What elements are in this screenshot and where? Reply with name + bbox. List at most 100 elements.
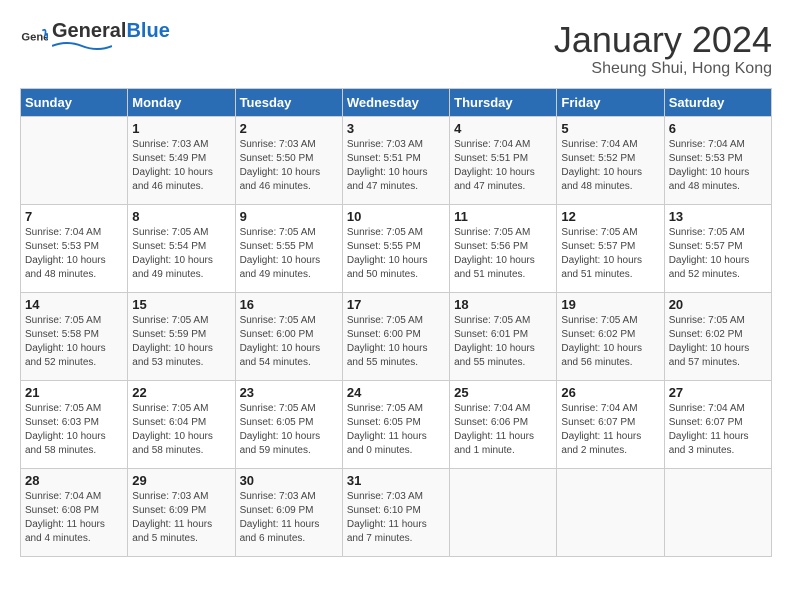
day-number: 28: [25, 473, 123, 488]
day-info: Sunrise: 7:04 AMSunset: 6:07 PMDaylight:…: [669, 402, 767, 458]
day-number: 7: [25, 209, 123, 224]
calendar-cell: 18 Sunrise: 7:05 AMSunset: 6:01 PMDayligh…: [450, 292, 557, 380]
day-info: Sunrise: 7:05 AMSunset: 5:57 PMDaylight:…: [561, 226, 659, 282]
day-number: 1: [132, 121, 230, 136]
header-cell-monday: Monday: [128, 88, 235, 116]
calendar-cell: [664, 468, 771, 556]
calendar-cell: 15 Sunrise: 7:05 AMSunset: 5:59 PMDayligh…: [128, 292, 235, 380]
day-info: Sunrise: 7:05 AMSunset: 6:02 PMDaylight:…: [669, 314, 767, 370]
day-number: 16: [240, 297, 338, 312]
day-info: Sunrise: 7:05 AMSunset: 6:05 PMDaylight:…: [347, 402, 445, 458]
day-number: 29: [132, 473, 230, 488]
day-number: 2: [240, 121, 338, 136]
calendar-cell: 9 Sunrise: 7:05 AMSunset: 5:55 PMDaylight…: [235, 204, 342, 292]
calendar-cell: 13Sunrise: 7:05 AMSunset: 5:57 PMDayligh…: [664, 204, 771, 292]
day-number: 14: [25, 297, 123, 312]
calendar-week-row: 1Sunrise: 7:03 AMSunset: 5:49 PMDaylight…: [21, 116, 772, 204]
day-number: 30: [240, 473, 338, 488]
calendar-week-row: 21 Sunrise: 7:05 AMSunset: 6:03 PMDayligh…: [21, 380, 772, 468]
day-number: 27: [669, 385, 767, 400]
header-cell-saturday: Saturday: [664, 88, 771, 116]
day-info: Sunrise: 7:05 AMSunset: 6:05 PMDaylight:…: [240, 402, 338, 458]
calendar-cell: 29 Sunrise: 7:03 AMSunset: 6:09 PMDayligh…: [128, 468, 235, 556]
day-info: Sunrise: 7:05 AMSunset: 5:59 PMDaylight:…: [132, 314, 230, 370]
day-number: 9: [240, 209, 338, 224]
header-cell-wednesday: Wednesday: [342, 88, 449, 116]
day-number: 26: [561, 385, 659, 400]
day-info: Sunrise: 7:05 AMSunset: 5:55 PMDaylight:…: [240, 226, 338, 282]
day-number: 15: [132, 297, 230, 312]
day-number: 22: [132, 385, 230, 400]
header-cell-friday: Friday: [557, 88, 664, 116]
calendar-cell: 14Sunrise: 7:05 AMSunset: 5:58 PMDayligh…: [21, 292, 128, 380]
day-number: 20: [669, 297, 767, 312]
header: General GeneralBlue January 2024 Sheung …: [20, 20, 772, 78]
logo-underline-icon: [52, 40, 112, 52]
calendar-cell: 12 Sunrise: 7:05 AMSunset: 5:57 PMDayligh…: [557, 204, 664, 292]
calendar-cell: 17 Sunrise: 7:05 AMSunset: 6:00 PMDayligh…: [342, 292, 449, 380]
calendar-cell: 16 Sunrise: 7:05 AMSunset: 6:00 PMDayligh…: [235, 292, 342, 380]
day-number: 25: [454, 385, 552, 400]
calendar-cell: [557, 468, 664, 556]
day-number: 5: [561, 121, 659, 136]
logo: General GeneralBlue: [20, 20, 170, 57]
calendar-cell: 3Sunrise: 7:03 AMSunset: 5:51 PMDaylight…: [342, 116, 449, 204]
day-info: Sunrise: 7:05 AMSunset: 6:03 PMDaylight:…: [25, 402, 123, 458]
day-info: Sunrise: 7:03 AMSunset: 6:09 PMDaylight:…: [240, 490, 338, 546]
calendar-week-row: 7 Sunrise: 7:04 AMSunset: 5:53 PMDaylight…: [21, 204, 772, 292]
day-info: Sunrise: 7:05 AMSunset: 6:00 PMDaylight:…: [240, 314, 338, 370]
calendar-cell: 7 Sunrise: 7:04 AMSunset: 5:53 PMDaylight…: [21, 204, 128, 292]
day-number: 21: [25, 385, 123, 400]
day-info: Sunrise: 7:05 AMSunset: 5:56 PMDaylight:…: [454, 226, 552, 282]
header-cell-tuesday: Tuesday: [235, 88, 342, 116]
day-info: Sunrise: 7:03 AMSunset: 6:09 PMDaylight:…: [132, 490, 230, 546]
calendar-cell: 5Sunrise: 7:04 AMSunset: 5:52 PMDaylight…: [557, 116, 664, 204]
calendar-body: 1Sunrise: 7:03 AMSunset: 5:49 PMDaylight…: [21, 116, 772, 556]
calendar-cell: 4Sunrise: 7:04 AMSunset: 5:51 PMDaylight…: [450, 116, 557, 204]
month-title: January 2024: [554, 20, 772, 60]
calendar-cell: 30 Sunrise: 7:03 AMSunset: 6:09 PMDayligh…: [235, 468, 342, 556]
day-info: Sunrise: 7:05 AMSunset: 5:54 PMDaylight:…: [132, 226, 230, 282]
calendar-cell: 23 Sunrise: 7:05 AMSunset: 6:05 PMDayligh…: [235, 380, 342, 468]
calendar-cell: 25 Sunrise: 7:04 AMSunset: 6:06 PMDayligh…: [450, 380, 557, 468]
day-info: Sunrise: 7:05 AMSunset: 6:01 PMDaylight:…: [454, 314, 552, 370]
day-info: Sunrise: 7:05 AMSunset: 6:00 PMDaylight:…: [347, 314, 445, 370]
title-section: January 2024 Sheung Shui, Hong Kong: [554, 20, 772, 78]
calendar-week-row: 28 Sunrise: 7:04 AMSunset: 6:08 PMDayligh…: [21, 468, 772, 556]
calendar-cell: 24 Sunrise: 7:05 AMSunset: 6:05 PMDayligh…: [342, 380, 449, 468]
day-number: 17: [347, 297, 445, 312]
day-info: Sunrise: 7:04 AMSunset: 6:06 PMDaylight:…: [454, 402, 552, 458]
calendar-cell: 28 Sunrise: 7:04 AMSunset: 6:08 PMDayligh…: [21, 468, 128, 556]
day-info: Sunrise: 7:03 AMSunset: 5:51 PMDaylight:…: [347, 138, 445, 194]
day-number: 10: [347, 209, 445, 224]
day-info: Sunrise: 7:04 AMSunset: 6:07 PMDaylight:…: [561, 402, 659, 458]
day-info: Sunrise: 7:04 AMSunset: 5:53 PMDaylight:…: [25, 226, 123, 282]
calendar-table: SundayMondayTuesdayWednesdayThursdayFrid…: [20, 88, 772, 557]
calendar-cell: 22 Sunrise: 7:05 AMSunset: 6:04 PMDayligh…: [128, 380, 235, 468]
day-number: 8: [132, 209, 230, 224]
logo-icon: General: [20, 25, 48, 53]
calendar-week-row: 14Sunrise: 7:05 AMSunset: 5:58 PMDayligh…: [21, 292, 772, 380]
day-number: 23: [240, 385, 338, 400]
day-number: 12: [561, 209, 659, 224]
calendar-cell: 27 Sunrise: 7:04 AMSunset: 6:07 PMDayligh…: [664, 380, 771, 468]
day-info: Sunrise: 7:04 AMSunset: 5:51 PMDaylight:…: [454, 138, 552, 194]
day-info: Sunrise: 7:04 AMSunset: 6:08 PMDaylight:…: [25, 490, 123, 546]
location-title: Sheung Shui, Hong Kong: [554, 60, 772, 78]
calendar-cell: [450, 468, 557, 556]
calendar-cell: 21 Sunrise: 7:05 AMSunset: 6:03 PMDayligh…: [21, 380, 128, 468]
calendar-cell: [21, 116, 128, 204]
day-info: Sunrise: 7:05 AMSunset: 5:55 PMDaylight:…: [347, 226, 445, 282]
day-info: Sunrise: 7:05 AMSunset: 6:02 PMDaylight:…: [561, 314, 659, 370]
calendar-cell: 6Sunrise: 7:04 AMSunset: 5:53 PMDaylight…: [664, 116, 771, 204]
day-number: 24: [347, 385, 445, 400]
day-number: 31: [347, 473, 445, 488]
header-cell-sunday: Sunday: [21, 88, 128, 116]
day-info: Sunrise: 7:03 AMSunset: 5:50 PMDaylight:…: [240, 138, 338, 194]
header-cell-thursday: Thursday: [450, 88, 557, 116]
day-number: 18: [454, 297, 552, 312]
calendar-cell: 26 Sunrise: 7:04 AMSunset: 6:07 PMDayligh…: [557, 380, 664, 468]
calendar-cell: 19Sunrise: 7:05 AMSunset: 6:02 PMDayligh…: [557, 292, 664, 380]
day-info: Sunrise: 7:05 AMSunset: 6:04 PMDaylight:…: [132, 402, 230, 458]
day-info: Sunrise: 7:03 AMSunset: 6:10 PMDaylight:…: [347, 490, 445, 546]
